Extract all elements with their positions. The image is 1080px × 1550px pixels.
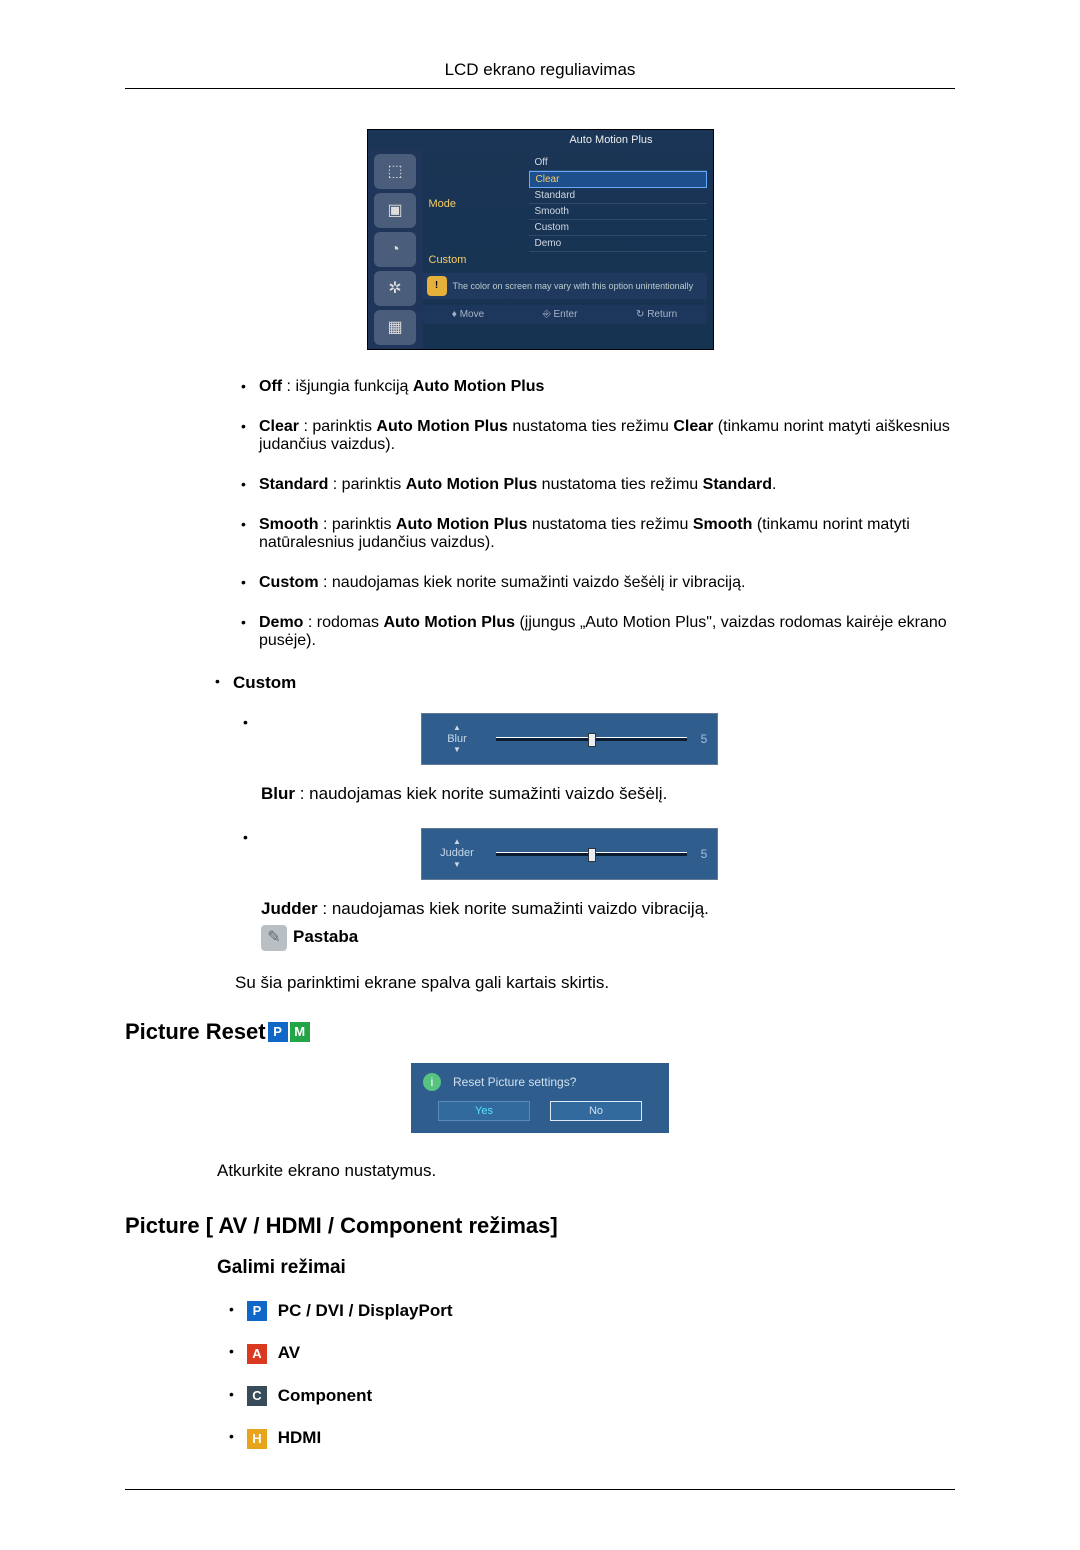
arrow-up-icon: ▲	[422, 724, 492, 732]
bullet-smooth: Smooth : parinktis Auto Motion Plus nust…	[259, 516, 955, 552]
bullet-demo: Demo : rodomas Auto Motion Plus (įjungus…	[259, 614, 955, 650]
bullet-clear: Clear : parinktis Auto Motion Plus nusta…	[259, 418, 955, 454]
osd-icon-multi: ▦	[374, 310, 416, 345]
bullet-custom-def: Custom : naudojamas kiek norite sumažint…	[259, 574, 955, 592]
blur-item: ▲ Blur ▼ 5 Blur : naudojamas kiek norite…	[261, 713, 955, 806]
note-label: Pastaba	[293, 926, 358, 949]
mode-pc: P PC / DVI / DisplayPort	[247, 1301, 955, 1322]
badge-p-icon: P	[247, 1301, 267, 1321]
osd-screenshot: Auto Motion Plus ⬚ ▣ ◔ ✲ ▦ Mode Off Clea…	[367, 129, 714, 350]
slider-thumb	[588, 848, 596, 862]
osd-warning-text: The color on screen may vary with this o…	[453, 281, 694, 291]
judder-label: Judder	[422, 846, 492, 861]
info-icon: i	[423, 1073, 441, 1091]
bullet-off: Off : išjungia funkciją Auto Motion Plus	[259, 378, 955, 396]
osd-enter: ⎆ Enter	[543, 309, 578, 320]
note-row: ✎ Pastaba	[261, 925, 955, 951]
mode-av: A AV	[247, 1343, 955, 1364]
slider-thumb	[588, 733, 596, 747]
reset-no-button: No	[550, 1101, 642, 1121]
judder-value: 5	[691, 846, 717, 862]
footer-divider	[125, 1489, 955, 1490]
blur-slider: ▲ Blur ▼ 5	[421, 713, 718, 765]
badge-h-icon: H	[247, 1429, 267, 1449]
blur-value: 5	[691, 731, 717, 747]
mode-component: C Component	[247, 1386, 955, 1407]
available-modes-heading: Galimi režimai	[217, 1257, 955, 1279]
osd-option-clear: Clear	[529, 171, 707, 188]
arrow-down-icon: ▼	[422, 861, 492, 869]
osd-title: Auto Motion Plus	[368, 130, 713, 150]
mode-hdmi: H HDMI	[247, 1428, 955, 1449]
warning-icon: !	[427, 276, 447, 296]
slider-track	[496, 737, 687, 741]
custom-heading: Custom ▲ Blur ▼ 5 Blur : naudojamas kiek…	[233, 672, 955, 951]
osd-move: ♦ Move	[452, 309, 484, 320]
judder-slider: ▲ Judder ▼ 5	[421, 828, 718, 880]
osd-icon-picture: ▣	[374, 193, 416, 228]
badge-m-icon: M	[290, 1022, 310, 1042]
osd-return: ↻ Return	[636, 309, 677, 320]
slider-track	[496, 852, 687, 856]
picture-mode-heading: Picture [ AV / HDMI / Component režimas]	[125, 1213, 955, 1239]
reset-dialog: i Reset Picture settings? Yes No	[411, 1063, 669, 1133]
arrow-up-icon: ▲	[422, 838, 492, 846]
badge-p-icon: P	[268, 1022, 288, 1042]
osd-option-off: Off	[529, 155, 707, 171]
judder-item: ▲ Judder ▼ 5 Judder : naudojamas kiek no…	[261, 828, 955, 951]
reset-question: Reset Picture settings?	[453, 1075, 576, 1089]
badge-a-icon: A	[247, 1344, 267, 1364]
reset-yes-button: Yes	[438, 1101, 530, 1121]
osd-icon-input: ⬚	[374, 154, 416, 189]
picture-reset-heading: Picture Reset P M	[125, 1019, 955, 1045]
restore-text: Atkurkite ekrano nustatymus.	[217, 1161, 955, 1181]
osd-option-demo: Demo	[529, 236, 707, 252]
page-header: LCD ekrano reguliavimas	[125, 60, 955, 89]
osd-mode-label: Mode	[423, 198, 529, 210]
osd-custom-label: Custom	[423, 254, 529, 266]
arrow-down-icon: ▼	[422, 746, 492, 754]
osd-option-custom: Custom	[529, 220, 707, 236]
badge-c-icon: C	[247, 1386, 267, 1406]
osd-option-smooth: Smooth	[529, 204, 707, 220]
note-icon: ✎	[261, 925, 287, 951]
osd-icon-setup: ✲	[374, 271, 416, 306]
osd-sidebar: ⬚ ▣ ◔ ✲ ▦	[368, 150, 423, 349]
note-text: Su šia parinktimi ekrane spalva gali kar…	[235, 973, 955, 993]
document-page: LCD ekrano reguliavimas Auto Motion Plus…	[0, 0, 1080, 1550]
osd-warning: ! The color on screen may vary with this…	[423, 273, 707, 299]
osd-icon-time: ◔	[374, 232, 416, 267]
blur-label: Blur	[422, 732, 492, 747]
bullet-standard: Standard : parinktis Auto Motion Plus nu…	[259, 476, 955, 494]
osd-option-standard: Standard	[529, 188, 707, 204]
osd-footer: ♦ Move ⎆ Enter ↻ Return	[423, 305, 707, 324]
